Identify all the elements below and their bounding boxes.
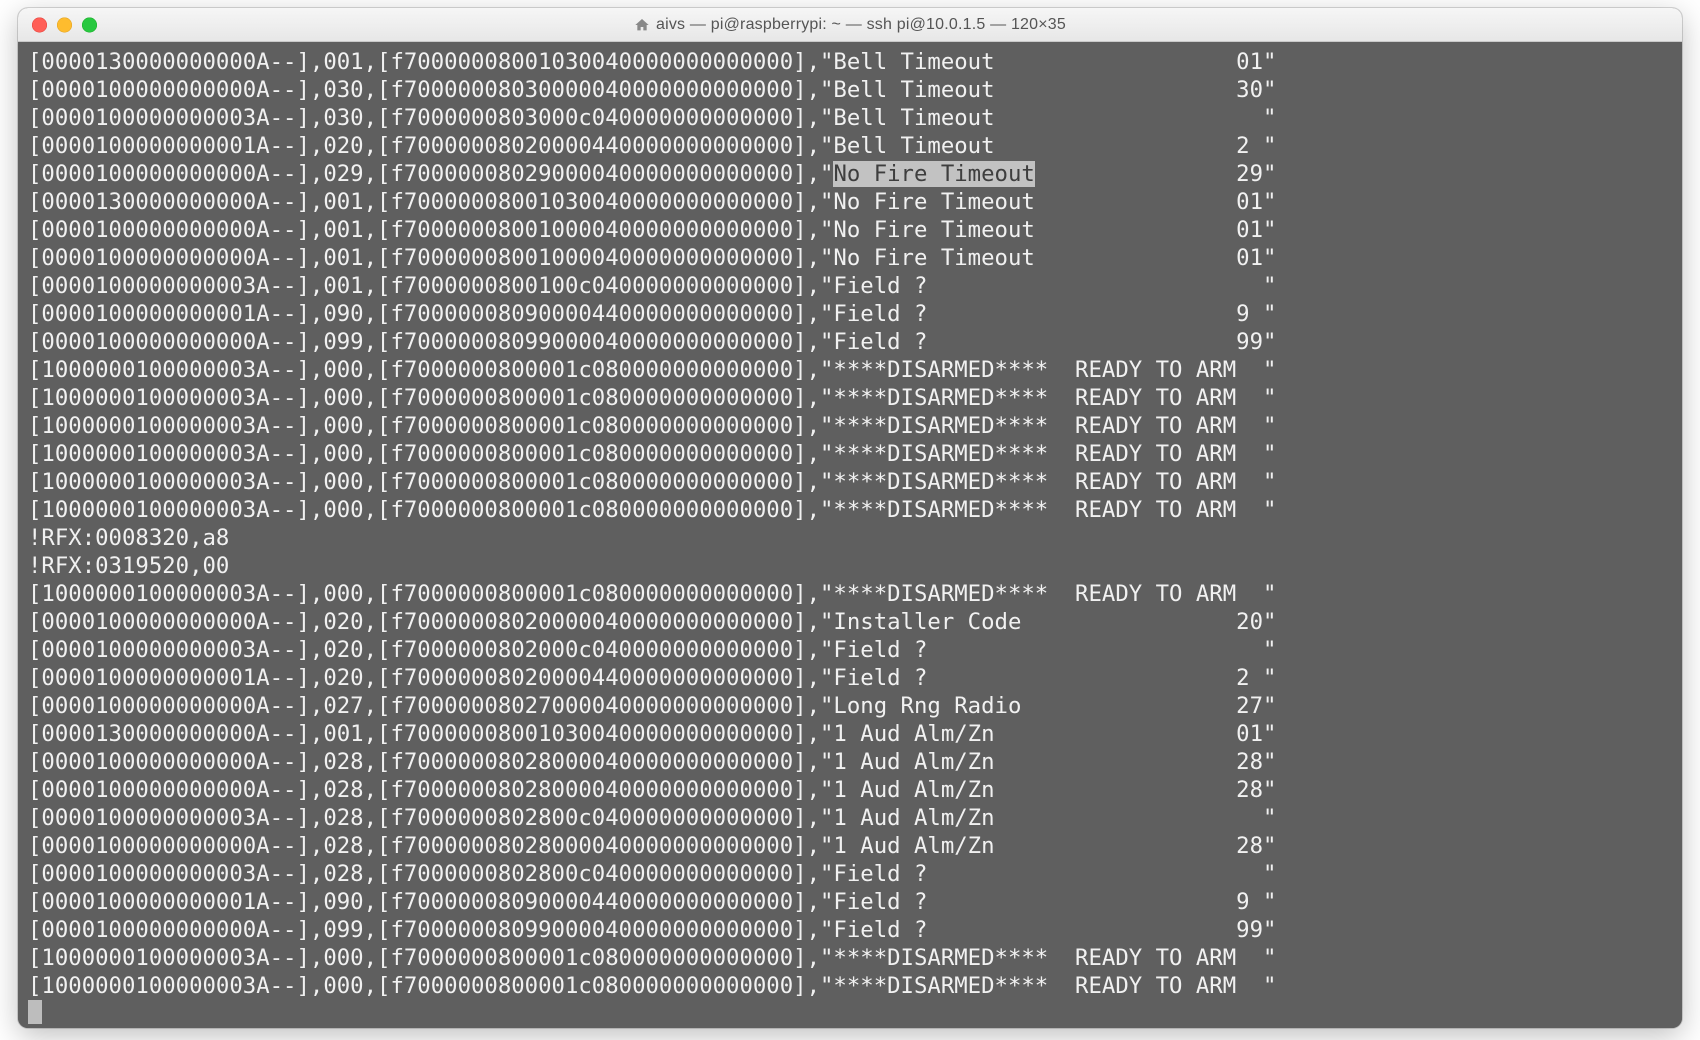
- terminal-line: [0000100000000000A--],028,[f700000080280…: [28, 832, 1672, 860]
- minimize-icon[interactable]: [57, 17, 72, 32]
- terminal-line: [0000100000000000A--],099,[f700000080990…: [28, 328, 1672, 356]
- home-icon: [634, 17, 650, 33]
- terminal-line: [0000100000000003A--],030,[f700000080300…: [28, 104, 1672, 132]
- terminal-line: [1000000100000003A--],000,[f700000080000…: [28, 580, 1672, 608]
- terminal-line: [0000100000000000A--],001,[f700000080010…: [28, 216, 1672, 244]
- terminal-line: [0000130000000000A--],001,[f700000080010…: [28, 48, 1672, 76]
- terminal-line: [0000100000000000A--],020,[f700000080200…: [28, 608, 1672, 636]
- terminal-output[interactable]: [0000130000000000A--],001,[f700000080010…: [18, 42, 1682, 1028]
- terminal-line: !RFX:0008320,a8: [28, 524, 1672, 552]
- cursor-icon: [28, 1000, 42, 1024]
- window-titlebar[interactable]: aivs — pi@raspberrypi: ~ — ssh pi@10.0.1…: [18, 8, 1682, 42]
- highlighted-text: No Fire Timeout: [833, 161, 1034, 187]
- terminal-line: !RFX:0319520,00: [28, 552, 1672, 580]
- terminal-window: aivs — pi@raspberrypi: ~ — ssh pi@10.0.1…: [18, 8, 1682, 1028]
- terminal-line: [1000000100000003A--],000,[f700000080000…: [28, 384, 1672, 412]
- close-icon[interactable]: [32, 17, 47, 32]
- terminal-line: [0000100000000000A--],099,[f700000080990…: [28, 916, 1672, 944]
- terminal-cursor-line: [28, 1000, 1672, 1028]
- terminal-line: [1000000100000003A--],000,[f700000080000…: [28, 356, 1672, 384]
- terminal-line: [1000000100000003A--],000,[f700000080000…: [28, 972, 1672, 1000]
- terminal-line: [0000100000000000A--],001,[f700000080010…: [28, 244, 1672, 272]
- window-title: aivs — pi@raspberrypi: ~ — ssh pi@10.0.1…: [656, 16, 1066, 34]
- terminal-line: [0000100000000000A--],029,[f700000080290…: [28, 160, 1672, 188]
- terminal-line: [1000000100000003A--],000,[f700000080000…: [28, 412, 1672, 440]
- zoom-icon[interactable]: [82, 17, 97, 32]
- terminal-line: [0000100000000000A--],030,[f700000080300…: [28, 76, 1672, 104]
- terminal-line: [0000100000000003A--],028,[f700000080280…: [28, 804, 1672, 832]
- terminal-line: [0000100000000000A--],028,[f700000080280…: [28, 776, 1672, 804]
- terminal-line: [0000100000000001A--],090,[f700000080900…: [28, 888, 1672, 916]
- window-title-wrap: aivs — pi@raspberrypi: ~ — ssh pi@10.0.1…: [634, 16, 1066, 34]
- terminal-line: [1000000100000003A--],000,[f700000080000…: [28, 440, 1672, 468]
- terminal-line: [0000100000000003A--],020,[f700000080200…: [28, 636, 1672, 664]
- terminal-line: [0000100000000001A--],090,[f700000080900…: [28, 300, 1672, 328]
- terminal-line: [0000100000000000A--],028,[f700000080280…: [28, 748, 1672, 776]
- terminal-line: [1000000100000003A--],000,[f700000080000…: [28, 468, 1672, 496]
- terminal-line: [0000130000000000A--],001,[f700000080010…: [28, 188, 1672, 216]
- terminal-line: [0000100000000001A--],020,[f700000080200…: [28, 132, 1672, 160]
- terminal-line: [1000000100000003A--],000,[f700000080000…: [28, 496, 1672, 524]
- terminal-line: [0000100000000003A--],028,[f700000080280…: [28, 860, 1672, 888]
- terminal-line: [0000100000000003A--],001,[f700000080010…: [28, 272, 1672, 300]
- terminal-line: [0000130000000000A--],001,[f700000080010…: [28, 720, 1672, 748]
- terminal-line: [0000100000000000A--],027,[f700000080270…: [28, 692, 1672, 720]
- window-controls: [32, 17, 97, 32]
- terminal-line: [0000100000000001A--],020,[f700000080200…: [28, 664, 1672, 692]
- terminal-line: [1000000100000003A--],000,[f700000080000…: [28, 944, 1672, 972]
